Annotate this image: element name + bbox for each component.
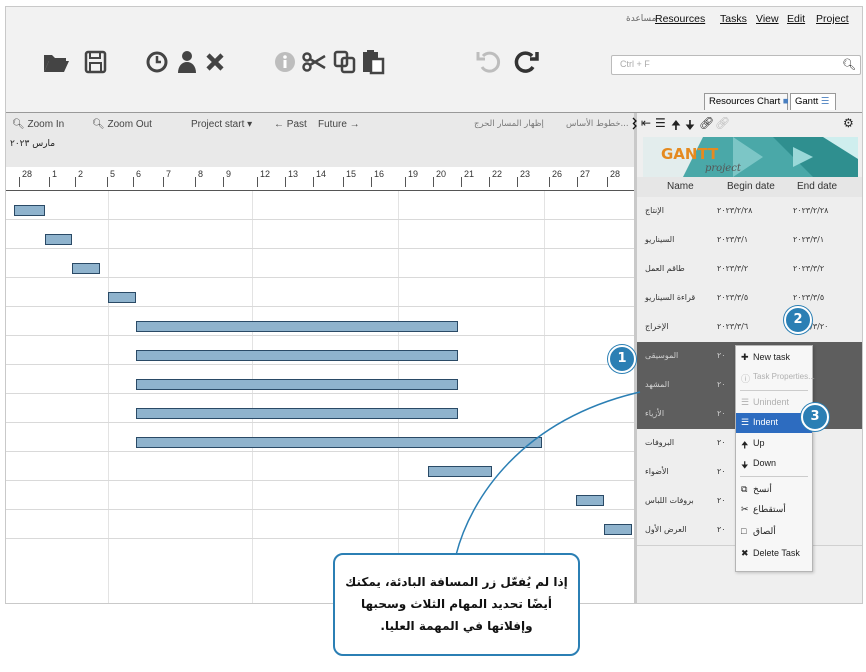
step-badge-1: 1 — [608, 345, 636, 373]
step-badge-3: 3 — [801, 403, 829, 431]
callout-text: إذا لم يُفعّل زر المسافة البادئة، يمكنك … — [345, 575, 568, 633]
instruction-callout: إذا لم يُفعّل زر المسافة البادئة، يمكنك … — [333, 553, 580, 656]
step-badge-2: 2 — [784, 306, 812, 334]
